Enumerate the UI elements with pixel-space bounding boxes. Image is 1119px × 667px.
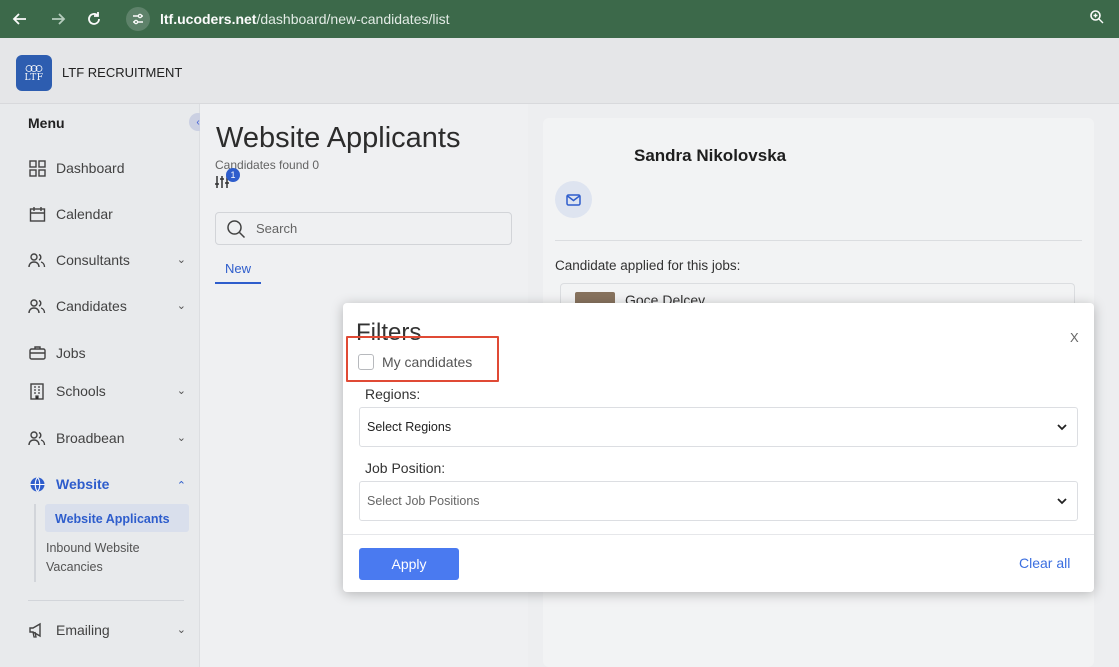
chevron-down-icon xyxy=(1057,424,1067,431)
job-position-label: Job Position: xyxy=(365,460,446,476)
clear-all-link[interactable]: Clear all xyxy=(1019,555,1070,571)
job-position-select-placeholder: Select Job Positions xyxy=(367,494,480,508)
regions-select[interactable]: Select Regions xyxy=(359,407,1078,447)
modal-footer-divider xyxy=(343,534,1094,535)
apply-button[interactable]: Apply xyxy=(359,548,459,580)
close-modal-button[interactable]: X xyxy=(1070,330,1079,345)
regions-label: Regions: xyxy=(365,386,421,402)
regions-select-placeholder: Select Regions xyxy=(367,420,452,434)
job-position-select[interactable]: Select Job Positions xyxy=(359,481,1078,521)
my-candidates-option[interactable]: My candidates xyxy=(358,354,472,370)
chevron-down-icon xyxy=(1057,498,1067,505)
my-candidates-checkbox[interactable] xyxy=(358,354,374,370)
filters-modal: Filters X My candidates Regions: Select … xyxy=(343,303,1094,592)
my-candidates-label: My candidates xyxy=(382,354,473,370)
